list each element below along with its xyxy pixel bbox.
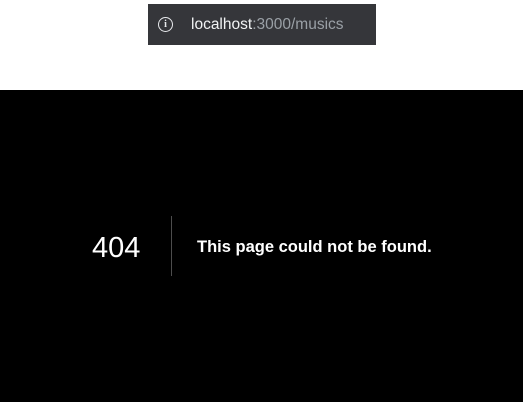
divider	[171, 216, 172, 276]
error-code: 404	[92, 232, 141, 264]
url-text[interactable]: localhost:3000/musics	[191, 16, 344, 34]
url-path: :3000/musics	[252, 15, 344, 33]
error-page: 404 This page could not be found.	[0, 90, 523, 402]
error-message: This page could not be found.	[197, 238, 432, 256]
screen: i localhost:3000/musics 404 This page co…	[0, 0, 525, 402]
info-icon[interactable]: i	[158, 17, 173, 32]
address-bar[interactable]: i localhost:3000/musics	[148, 4, 376, 45]
url-host: localhost	[191, 15, 253, 33]
